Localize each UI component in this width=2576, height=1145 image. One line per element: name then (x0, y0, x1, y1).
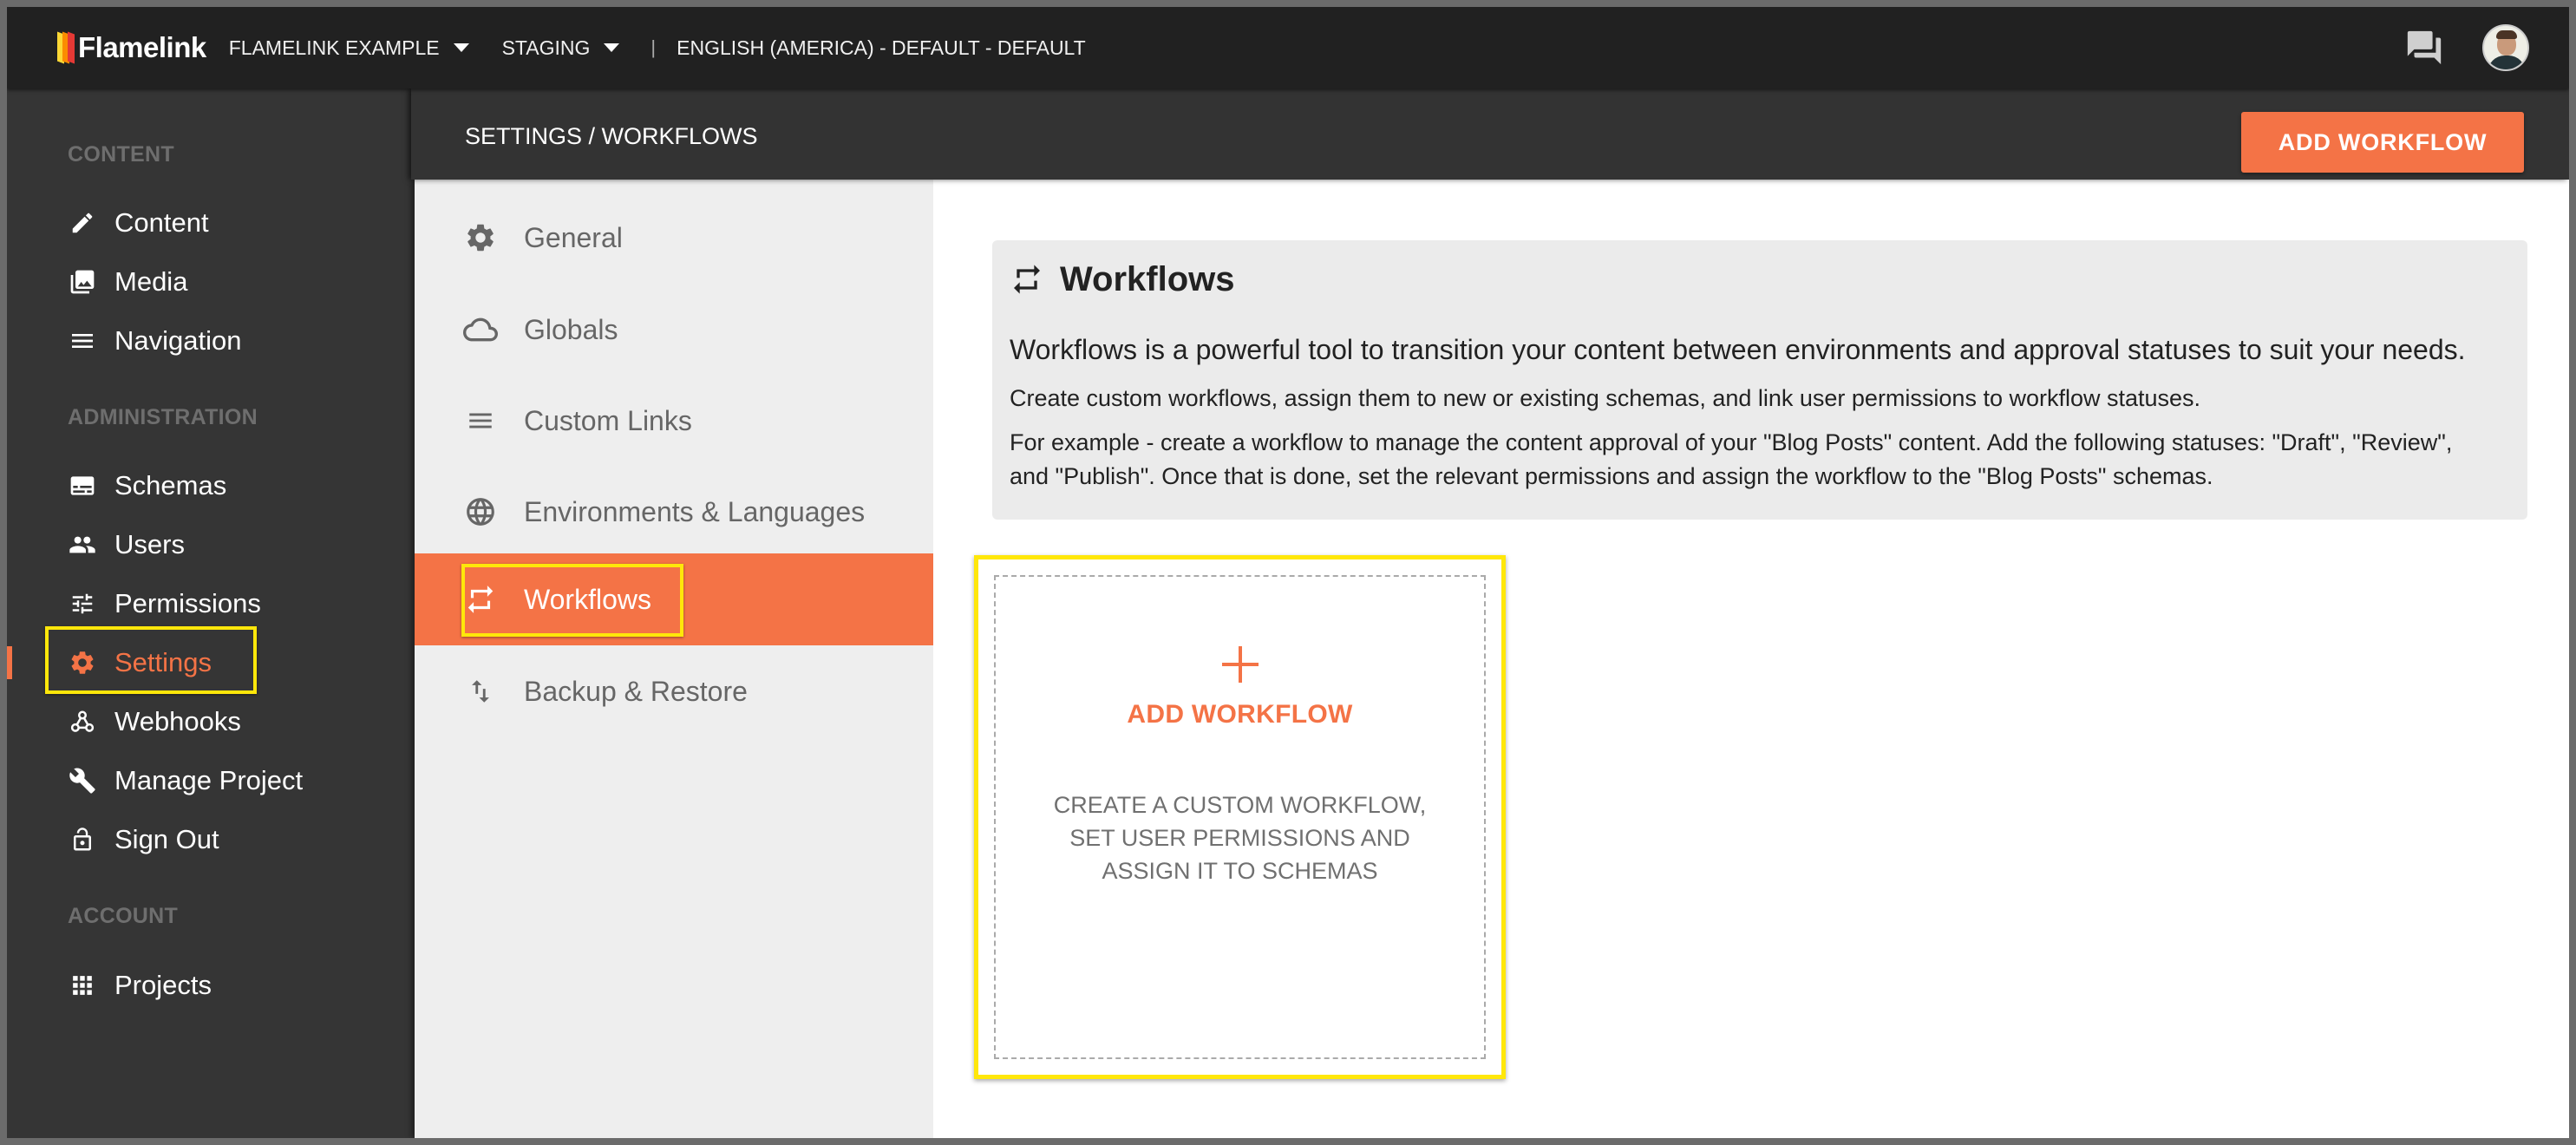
repeat-icon (1014, 265, 1040, 294)
sidebar-item-schemas[interactable]: Schemas (68, 463, 226, 508)
brand-name: Flamelink (78, 31, 206, 63)
sidebar-item-label: Schemas (114, 470, 227, 501)
repeat-icon (463, 582, 498, 617)
sidebar-item-projects[interactable]: Projects (68, 963, 212, 1008)
environment-name: STAGING (501, 36, 591, 59)
settings-item-workflows[interactable]: Workflows (415, 553, 933, 645)
locale-label: ENGLISH (AMERICA) - DEFAULT - DEFAULT (677, 36, 1086, 59)
sidebar-item-manage-project[interactable]: Manage Project (68, 758, 303, 803)
plus-icon (1221, 646, 1259, 683)
locale-selector[interactable]: ENGLISH (AMERICA) - DEFAULT - DEFAULT (677, 36, 1086, 60)
settings-item-label: General (524, 221, 623, 253)
sidebar-item-label: Media (114, 266, 188, 297)
info-paragraph: For example - create a workflow to manag… (1010, 429, 2453, 489)
add-workflow-button[interactable]: ADD WORKFLOW (2241, 112, 2524, 173)
sidebar-item-permissions[interactable]: Permissions (68, 581, 261, 626)
caret-down-icon (604, 43, 620, 52)
info-paragraph: Create custom workflows, assign them to … (1010, 385, 2201, 411)
sidebar: CONTENT Content Media Navigation ADMINIS… (7, 88, 411, 1138)
wrench-icon (68, 766, 97, 795)
add-workflow-card[interactable]: ADD WORKFLOW CREATE A CUSTOM WORKFLOW, S… (974, 555, 1506, 1079)
import-export-icon (463, 674, 498, 709)
sidebar-item-label: Navigation (114, 325, 242, 356)
menu-icon (68, 326, 97, 356)
sidebar-item-label: Projects (114, 970, 212, 1000)
sidebar-item-label: Users (114, 529, 185, 559)
add-workflow-card-title: ADD WORKFLOW (1127, 700, 1353, 729)
brand-logo[interactable]: Flamelink (57, 31, 206, 64)
settings-item-label: Backup & Restore (524, 675, 748, 707)
settings-item-globals[interactable]: Globals (415, 284, 933, 376)
sidebar-item-users[interactable]: Users (68, 522, 185, 567)
info-title: Workflows (1010, 258, 2510, 301)
settings-menu: General Globals Custom Links Environment… (415, 180, 933, 1138)
sidebar-item-settings[interactable]: Settings (68, 640, 212, 685)
sidebar-item-content[interactable]: Content (68, 200, 209, 245)
apps-grid-icon (68, 971, 97, 1000)
gear-icon (463, 220, 498, 255)
people-icon (68, 530, 97, 559)
breadcrumb: SETTINGS / WORKFLOWS (465, 123, 758, 149)
settings-item-label: Workflows (524, 583, 651, 615)
pencil-icon (68, 208, 97, 238)
top-right-actions (2404, 7, 2529, 88)
flame-logo-icon (57, 31, 75, 64)
sidebar-item-label: Permissions (114, 588, 261, 618)
active-indicator (7, 646, 12, 679)
environment-selector[interactable]: STAGING (502, 36, 620, 60)
settings-item-label: Environments & Languages (524, 495, 866, 527)
lock-open-icon (68, 825, 97, 854)
section-heading-administration: ADMINISTRATION (68, 405, 258, 429)
info-lead: Workflows is a powerful tool to transiti… (1010, 334, 2466, 365)
sidebar-item-label: Webhooks (114, 706, 241, 736)
settings-item-label: Custom Links (524, 404, 692, 436)
add-workflow-card-description: CREATE A CUSTOM WORKFLOW, SET USER PERMI… (1053, 792, 1427, 884)
schema-icon (68, 471, 97, 501)
gear-icon (68, 648, 97, 677)
settings-item-environments-languages[interactable]: Environments & Languages (415, 466, 933, 558)
project-name: FLAMELINK EXAMPLE (228, 36, 440, 59)
chat-icon[interactable] (2404, 28, 2444, 68)
cloud-icon (463, 312, 498, 347)
globe-icon (463, 494, 498, 529)
menu-icon (463, 403, 498, 438)
user-avatar[interactable] (2482, 24, 2529, 71)
sidebar-item-sign-out[interactable]: Sign Out (68, 817, 219, 862)
app-window: Flamelink FLAMELINK EXAMPLE STAGING | EN… (7, 7, 2569, 1138)
project-selector[interactable]: FLAMELINK EXAMPLE (229, 36, 469, 60)
settings-item-general[interactable]: General (415, 192, 933, 284)
info-panel: Workflows Workflows is a powerful tool t… (992, 240, 2527, 520)
sidebar-item-label: Content (114, 207, 209, 238)
info-title-text: Workflows (1060, 259, 1235, 298)
sidebar-item-webhooks[interactable]: Webhooks (68, 699, 241, 744)
section-heading-content: CONTENT (68, 142, 174, 167)
tune-icon (68, 589, 97, 618)
page-header: SETTINGS / WORKFLOWS ADD WORKFLOW (411, 88, 2569, 180)
sidebar-item-media[interactable]: Media (68, 259, 187, 304)
photo-library-icon (68, 267, 97, 297)
divider: | (651, 36, 657, 58)
settings-item-backup-restore[interactable]: Backup & Restore (415, 645, 933, 737)
sidebar-item-navigation[interactable]: Navigation (68, 318, 241, 363)
caret-down-icon (453, 43, 469, 52)
sidebar-item-label: Settings (114, 647, 212, 677)
sidebar-item-label: Manage Project (114, 765, 304, 795)
settings-item-label: Globals (524, 313, 618, 345)
sidebar-item-label: Sign Out (114, 824, 219, 854)
add-workflow-card-dropzone: ADD WORKFLOW CREATE A CUSTOM WORKFLOW, S… (994, 575, 1486, 1059)
webhook-icon (68, 707, 97, 736)
top-bar: Flamelink FLAMELINK EXAMPLE STAGING | EN… (7, 7, 2569, 88)
section-heading-account: ACCOUNT (68, 904, 179, 928)
main-content: Workflows Workflows is a powerful tool t… (933, 180, 2569, 1138)
settings-item-custom-links[interactable]: Custom Links (415, 375, 933, 467)
